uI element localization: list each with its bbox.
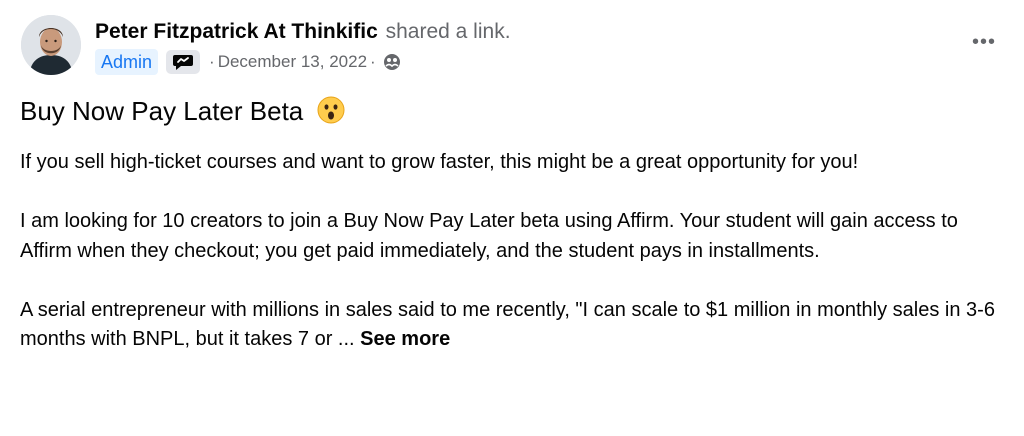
post-title-text: Buy Now Pay Later Beta <box>20 96 304 126</box>
post-paragraph: If you sell high-ticket courses and want… <box>20 151 859 173</box>
post-date[interactable]: December 13, 2022 <box>218 52 367 72</box>
post-body: If you sell high-ticket courses and want… <box>20 148 1005 384</box>
action-text: shared a link. <box>385 20 511 43</box>
post-meta: Admin · December 13, 2022 · <box>95 48 402 76</box>
post-paragraph-text: A serial entrepreneur with millions in s… <box>20 298 995 351</box>
post-paragraph: I am looking for 10 creators to join a B… <box>20 210 958 262</box>
group-members-icon[interactable] <box>382 53 402 71</box>
post-title: Buy Now Pay Later Beta <box>20 94 345 132</box>
separator-dot: · <box>209 52 215 71</box>
astonished-face-emoji-icon <box>317 96 345 132</box>
speech-bubble-badge-icon[interactable] <box>166 50 201 74</box>
separator-dot: · <box>370 52 376 71</box>
more-options-button[interactable]: ••• <box>964 28 1004 56</box>
see-more-link[interactable]: See more <box>360 328 450 350</box>
author-avatar[interactable] <box>21 15 81 75</box>
post-header: Peter Fitzpatrick At Thinkific shared a … <box>95 19 511 45</box>
feed-post: Peter Fitzpatrick At Thinkific shared a … <box>0 0 1024 436</box>
post-paragraph-last: A serial entrepreneur with millions in s… <box>20 296 1005 355</box>
author-name[interactable]: Peter Fitzpatrick At Thinkific <box>95 20 378 43</box>
admin-badge[interactable]: Admin <box>95 49 159 75</box>
